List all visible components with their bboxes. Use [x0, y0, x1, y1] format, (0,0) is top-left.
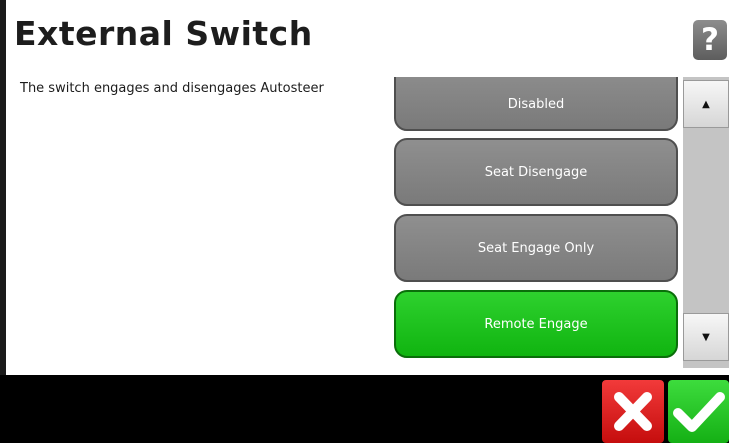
cancel-button[interactable]: [602, 380, 664, 443]
option-remote-engage[interactable]: Remote Engage: [394, 290, 678, 358]
help-button[interactable]: ?: [693, 20, 727, 60]
external-switch-screen: External Switch ? The switch engages and…: [0, 0, 729, 443]
triangle-down-icon: ▼: [702, 332, 710, 343]
scroll-down-button[interactable]: ▼: [683, 313, 729, 361]
option-disabled[interactable]: Disabled: [394, 77, 678, 131]
option-label: Seat Disengage: [484, 164, 588, 180]
cross-icon: [614, 392, 652, 431]
scroll-up-button[interactable]: ▲: [683, 80, 729, 128]
option-label: Remote Engage: [484, 316, 588, 332]
check-icon: [673, 392, 725, 432]
triangle-up-icon: ▲: [702, 99, 710, 110]
description-text: The switch engages and disengages Autost…: [20, 81, 324, 96]
options-list: Disabled Seat Disengage Seat Engage Only…: [390, 77, 682, 367]
help-icon: ?: [701, 22, 719, 58]
option-label: Disabled: [507, 96, 565, 112]
page-title: External Switch: [14, 14, 313, 53]
confirm-button[interactable]: [668, 380, 729, 443]
option-label: Seat Engage Only: [477, 240, 595, 256]
option-seat-engage-only[interactable]: Seat Engage Only: [394, 214, 678, 282]
left-edge: [0, 0, 6, 375]
option-seat-disengage[interactable]: Seat Disengage: [394, 138, 678, 206]
